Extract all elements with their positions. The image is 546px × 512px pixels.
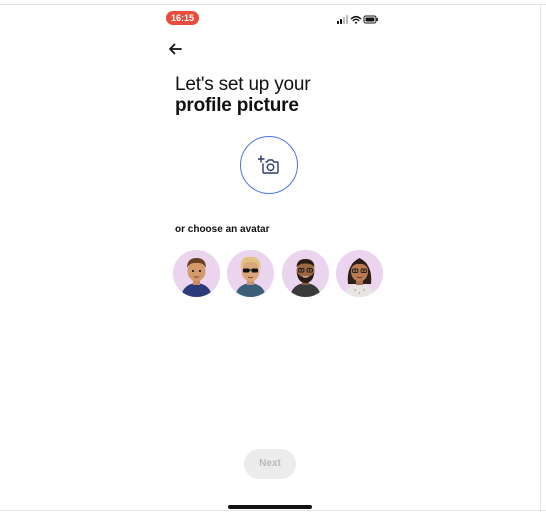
choose-avatar-label: or choose an avatar (175, 224, 270, 235)
home-indicator (228, 505, 312, 509)
back-arrow-icon[interactable] (166, 40, 184, 58)
page-title-line2: profile picture (175, 95, 299, 116)
avatar-man-beard[interactable] (282, 250, 329, 297)
frame-border-top (0, 4, 546, 5)
wifi-icon (350, 15, 362, 24)
status-time: 16:15 (166, 11, 199, 25)
next-button[interactable]: Next (244, 449, 296, 479)
avatar-woman-glasses[interactable] (336, 250, 383, 297)
profile-picture-screen: 16:15 Let's set up your profile picture … (0, 0, 546, 512)
status-icons (336, 13, 380, 25)
add-photo-camera-icon (258, 155, 279, 174)
avatar-man-sunglasses[interactable] (227, 250, 274, 297)
signal-icon (337, 15, 348, 24)
upload-photo-button[interactable] (240, 136, 298, 194)
page-title-line1: Let's set up your (175, 74, 311, 95)
frame-border-bottom (0, 510, 546, 511)
avatar-man-brown-hair[interactable] (173, 250, 220, 297)
frame-border-right (540, 4, 541, 512)
battery-icon (363, 15, 378, 24)
